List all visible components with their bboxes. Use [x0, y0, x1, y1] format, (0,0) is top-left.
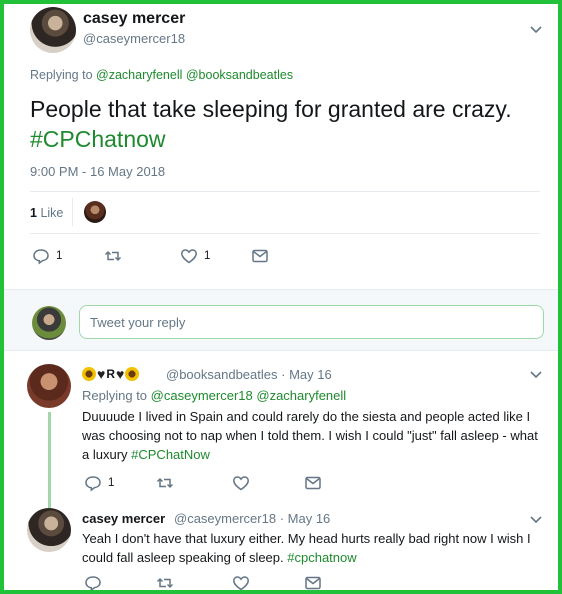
reply-handle[interactable]: @booksandbeatles — [166, 367, 278, 382]
reply-text: Yeah I don't have that luxury either. My… — [82, 529, 538, 567]
like-button[interactable] — [232, 474, 250, 492]
heart-icon — [181, 249, 197, 264]
author-avatar[interactable] — [30, 7, 76, 53]
tweet-text-body: People that take sleeping for granted ar… — [30, 96, 512, 122]
retweet-button[interactable] — [104, 247, 122, 265]
chevron-down-icon[interactable] — [528, 367, 544, 383]
message-button[interactable] — [304, 474, 322, 492]
reply-button[interactable]: 1 — [84, 474, 114, 492]
reply-handle[interactable]: @caseymercer18 — [174, 511, 276, 526]
author-initial: R — [106, 367, 115, 381]
divider — [30, 233, 540, 234]
mention-link[interactable]: @booksandbeatles — [186, 68, 293, 82]
black-heart-icon: ♥ — [97, 366, 106, 382]
replying-prefix: Replying to — [30, 68, 93, 82]
tweet-text: People that take sleeping for granted ar… — [30, 94, 540, 154]
author-name[interactable]: casey mercer — [83, 10, 185, 28]
message-button[interactable] — [251, 247, 269, 265]
like-count: 1 — [30, 206, 37, 220]
author-handle[interactable]: @caseymercer18 — [83, 31, 185, 46]
reply-count: 1 — [56, 250, 63, 262]
mention-link[interactable]: @zacharyfenell — [96, 68, 182, 82]
current-user-avatar[interactable] — [32, 306, 66, 340]
divider — [30, 191, 540, 192]
like-word: Like — [40, 206, 64, 220]
mention-link[interactable]: @zacharyfenell — [256, 388, 346, 403]
reply-count: 1 — [108, 477, 115, 489]
reply-author-handle[interactable]: @caseymercer18 · May 16 — [174, 511, 330, 526]
likes-summary[interactable]: 1 Like — [30, 206, 63, 220]
liker-avatar[interactable] — [84, 201, 106, 223]
reply-author-handle[interactable]: @booksandbeatles · May 16 — [166, 367, 332, 382]
mention-link[interactable]: @caseymercer18 — [151, 388, 253, 403]
reply-author-name[interactable]: ♥ R ♥ — [82, 366, 140, 382]
chevron-down-icon[interactable] — [528, 22, 544, 38]
hashtag-link[interactable]: #cpchatnow — [287, 550, 356, 565]
reply-text: Duuuude I lived in Spain and could rarel… — [82, 407, 538, 464]
reply-date[interactable]: · May 16 — [280, 511, 331, 526]
reply-icon — [85, 476, 101, 492]
like-button[interactable]: 1 — [180, 247, 210, 265]
replying-prefix: Replying to — [82, 388, 148, 403]
sunflower-icon — [125, 367, 140, 381]
envelope-icon — [252, 249, 268, 263]
retweet-icon — [104, 250, 122, 262]
black-heart-icon: ♥ — [115, 366, 125, 382]
sunflower-icon — [82, 367, 96, 381]
reply-author-avatar[interactable] — [27, 508, 71, 552]
reply-button[interactable]: 1 — [32, 247, 62, 265]
thread-line — [48, 412, 51, 508]
tweet-timestamp[interactable]: 9:00 PM - 16 May 2018 — [30, 164, 165, 179]
retweet-button[interactable] — [156, 474, 174, 492]
reply-author-avatar[interactable] — [27, 364, 71, 408]
frame-bottom-edge — [0, 590, 562, 594]
tweet-reply-input[interactable] — [79, 305, 544, 339]
reply-author-name[interactable]: casey mercer — [82, 511, 165, 526]
hashtag-link[interactable]: #CPChatNow — [131, 447, 210, 462]
chevron-down-icon[interactable] — [528, 512, 544, 528]
like-count: 1 — [204, 250, 211, 262]
reply-date[interactable]: · May 16 — [281, 367, 332, 382]
divider — [72, 198, 73, 226]
hashtag-link[interactable]: #CPChatnow — [30, 126, 166, 152]
retweet-icon — [156, 477, 174, 489]
heart-icon — [233, 476, 249, 491]
envelope-icon — [305, 476, 321, 490]
replying-to: Replying to @zacharyfenell @booksandbeat… — [30, 68, 293, 82]
reply-icon — [33, 249, 49, 265]
replying-to: Replying to @caseymercer18 @zacharyfenel… — [82, 388, 346, 403]
